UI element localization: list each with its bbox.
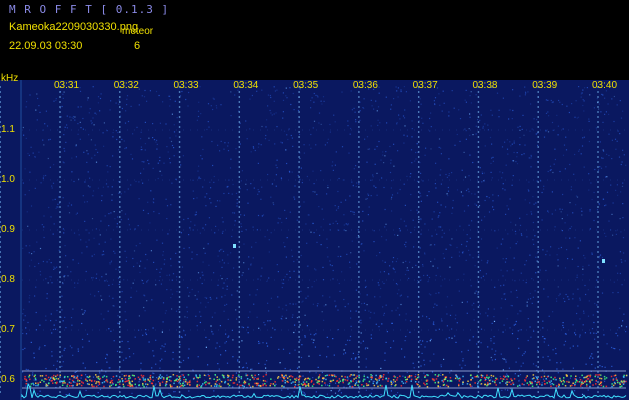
x-tick-label: 03:39 — [532, 80, 558, 91]
x-tick-label: 03:32 — [113, 80, 139, 91]
y-tick-label: 1.1 — [1, 124, 15, 135]
y-tick-label: 1.0 — [1, 174, 15, 185]
x-tick-label: 03:37 — [412, 80, 438, 91]
date-time: 22.09.03 03:30 — [9, 40, 83, 52]
x-tick-label: 03:38 — [472, 80, 498, 91]
meteor-echo — [233, 244, 236, 248]
y-tick-label: 0.8 — [1, 274, 15, 285]
x-tick-label: 03:34 — [233, 80, 259, 91]
file-name: Kameoka2209030330.png — [9, 21, 139, 33]
spectrogram-background — [0, 80, 629, 400]
spectrogram-panel — [0, 80, 629, 400]
x-tick-label: 03:35 — [293, 80, 319, 91]
x-tick-label: 03:36 — [352, 80, 378, 91]
x-tick-label: 03:33 — [173, 80, 199, 91]
y-axis-label: kHz — [1, 73, 19, 84]
header-panel: M R O F F T [ 0.1.3 ] Kameoka2209030330.… — [0, 0, 629, 80]
meteor-echo — [602, 259, 605, 263]
meteor-count: 6 — [134, 40, 141, 52]
meteor-label: meteor — [122, 26, 154, 37]
y-tick-label: 0.6 — [1, 374, 15, 385]
y-tick-label: 0.9 — [1, 224, 15, 235]
x-tick-label: 03:31 — [54, 80, 80, 91]
spectrogram-chart — [0, 80, 629, 400]
x-tick-label: 03:40 — [592, 80, 618, 91]
app-title: M R O F F T [ 0.1.3 ] — [9, 3, 170, 16]
y-tick-label: 0.7 — [1, 324, 15, 335]
